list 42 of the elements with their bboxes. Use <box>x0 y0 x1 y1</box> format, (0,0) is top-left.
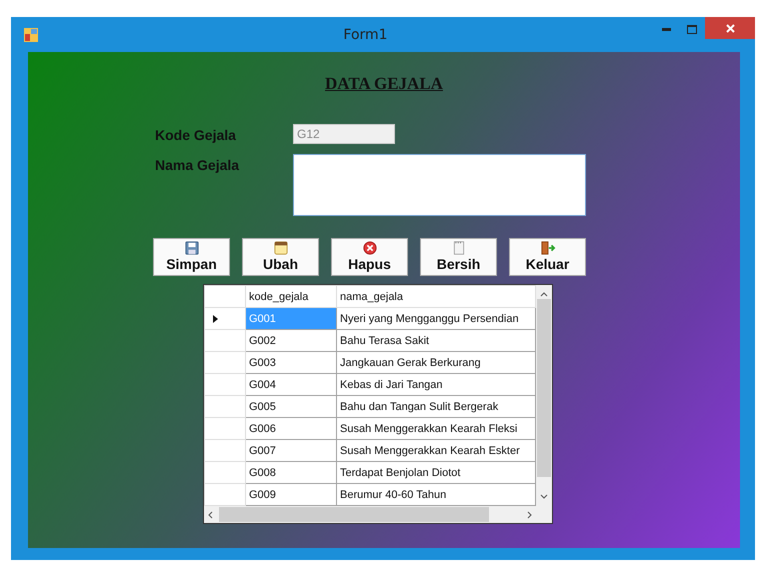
field-label: Nama Gejala <box>155 156 240 173</box>
table-cell: Jangkauan Gerak Berkurang <box>336 352 536 374</box>
edit-button[interactable]: Ubah <box>242 238 319 276</box>
table-cell: G001 <box>246 308 336 330</box>
column-header[interactable]: nama_gejala <box>336 286 536 308</box>
window-title: Form1 <box>342 26 389 42</box>
table-cell: G007 <box>246 440 336 462</box>
form-heading: DATA GEJALA <box>325 73 443 94</box>
table-cell: Kebas di Jari Tangan <box>336 374 536 396</box>
table-cell: Bahu dan Tangan Sulit Bergerak <box>336 396 536 418</box>
table-cell: G004 <box>246 374 336 396</box>
app-icon <box>24 28 38 42</box>
close-icon <box>726 24 734 32</box>
blank-page-icon <box>452 241 466 255</box>
table-cell: Susah Menggerakkan Kearah Eskter <box>336 440 536 462</box>
delete-button[interactable]: Hapus <box>331 238 408 276</box>
scroll-left-icon[interactable] <box>207 510 213 518</box>
table-cell: G006 <box>246 418 336 440</box>
table-cell: Terdapat Benjolan Diotot <box>336 462 536 484</box>
table-cell: Susah Menggerakkan Kearah Fleksi <box>336 418 536 440</box>
table-cell: Bahu Terasa Sakit <box>336 330 536 352</box>
table-cell: G003 <box>246 352 336 374</box>
scroll-up-icon[interactable] <box>540 291 548 297</box>
exit-door-icon <box>538 241 556 255</box>
table-cell: Nyeri yang Mengganggu Persendian <box>336 308 536 330</box>
save-button[interactable]: Simpan <box>153 238 230 276</box>
scrollbar-thumb[interactable] <box>537 299 551 477</box>
table-cell: G005 <box>246 396 336 418</box>
exit-button[interactable]: Keluar <box>509 238 586 276</box>
notepad-icon <box>272 241 288 255</box>
column-header[interactable]: kode_gejala <box>246 286 336 308</box>
minimize-icon <box>662 28 670 31</box>
clear-button[interactable]: Bersih <box>420 238 497 276</box>
table-cell: G008 <box>246 462 336 484</box>
scrollbar-thumb[interactable] <box>219 507 489 522</box>
table-cell: G002 <box>246 330 336 352</box>
maximize-icon <box>687 25 697 34</box>
scroll-right-icon[interactable] <box>527 510 533 518</box>
field-label: Kode Gejala <box>155 126 237 143</box>
delete-icon <box>362 241 378 255</box>
close-button[interactable] <box>705 17 755 39</box>
scroll-down-icon[interactable] <box>540 494 548 500</box>
